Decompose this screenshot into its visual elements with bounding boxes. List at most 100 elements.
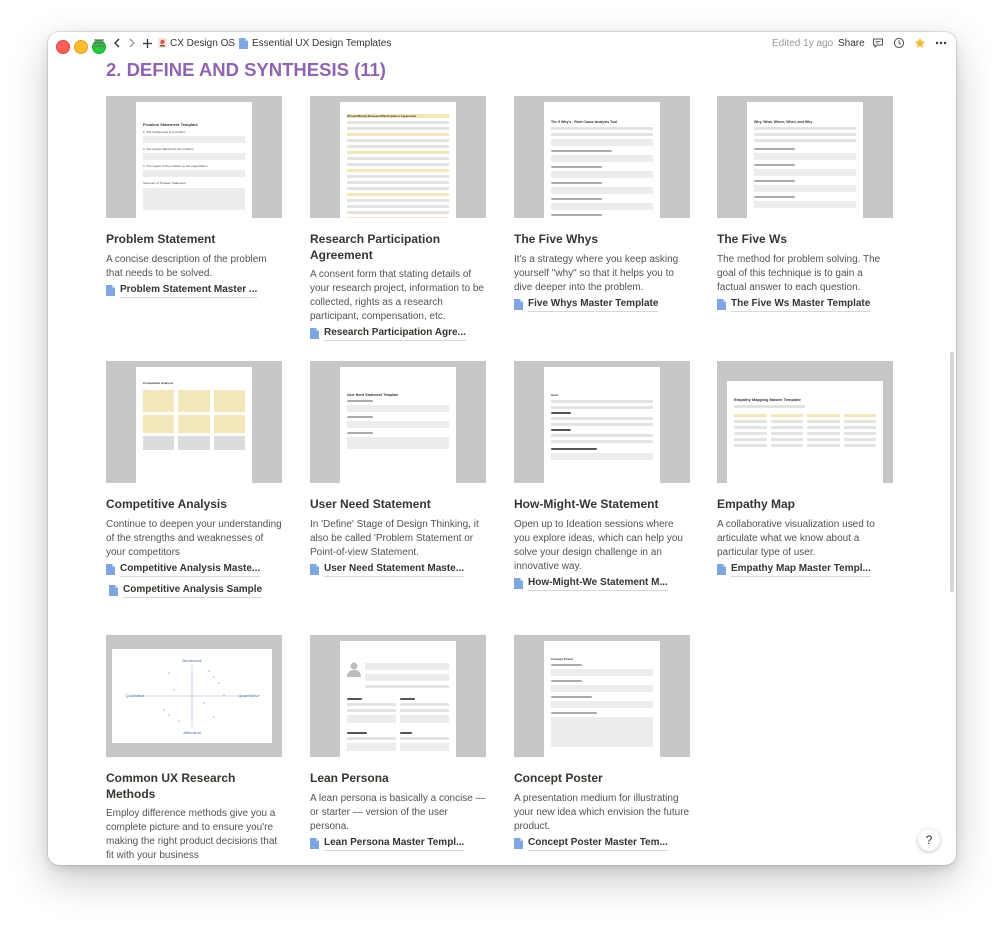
- help-button[interactable]: ?: [918, 829, 940, 851]
- edited-timestamp: Edited 1y ago: [772, 38, 834, 49]
- card-title: The Five Ws: [717, 232, 788, 246]
- methods-matrix-diagram: Behavioral Attitudinal Qualitative Quant…: [126, 658, 261, 735]
- card-link[interactable]: Problem Statement Master ...: [106, 283, 282, 298]
- axis-label-bottom: Attitudinal: [183, 730, 201, 735]
- card-title: User Need Statement: [310, 497, 431, 511]
- card-link-label[interactable]: Lean Persona Master Templ...: [324, 836, 465, 851]
- card-link[interactable]: User Need Statement Maste...: [310, 562, 486, 577]
- thumb-title: Empathy Mapping Master Template: [734, 397, 801, 402]
- thumb-title: Problem Statement Template: [143, 122, 198, 127]
- breadcrumb-separator: /: [228, 38, 231, 49]
- page-icon: [514, 298, 523, 310]
- more-icon[interactable]: [934, 36, 948, 52]
- gallery-card-five-whys[interactable]: The 5 Why's - Root Cause Analysis Tool T…: [514, 96, 690, 312]
- gallery-card-five-ws[interactable]: Why, What, Where, When, and Why The Five…: [717, 96, 893, 312]
- page-icon: [109, 584, 118, 596]
- thumb-text: 2. The people affected by the problem: [143, 147, 194, 151]
- card-description: A presentation medium for illustrating y…: [514, 792, 690, 832]
- thumb-title: Competitive Analysis: [143, 381, 174, 385]
- section-heading: 2. DEFINE AND SYNTHESIS (11): [106, 59, 386, 80]
- sidebar-toggle-icon[interactable]: [92, 36, 106, 52]
- close-window-button[interactable]: [56, 40, 70, 54]
- page-icon: [106, 563, 115, 575]
- page-icon: [514, 577, 523, 589]
- card-title: The Five Whys: [514, 232, 599, 246]
- thumb-title: Goal: [551, 393, 558, 397]
- card-link[interactable]: Research Participation Agre...: [310, 326, 486, 341]
- thumb-text: 3. The impact of the problem on the orga…: [143, 164, 208, 168]
- card-thumbnail: Empathy Mapping Master Template: [717, 361, 893, 483]
- breadcrumb-workspace[interactable]: CX Design OS: [170, 37, 235, 51]
- star-icon[interactable]: [913, 36, 927, 52]
- gallery-card-concept-poster[interactable]: Concept Poster Concept Poster A presenta…: [514, 635, 690, 851]
- forward-icon[interactable]: [125, 36, 139, 52]
- card-title: Lean Persona: [310, 771, 389, 785]
- card-link-label[interactable]: Research Participation Agre...: [324, 326, 466, 341]
- card-title: Research Participation Agreement: [310, 232, 441, 262]
- card-title: How-Might-We Statement: [514, 497, 659, 511]
- thumb-title: The 5 Why's - Root Cause Analysis Tool: [551, 120, 618, 124]
- page-icon: [310, 837, 319, 849]
- page-icon: [310, 563, 319, 575]
- card-link[interactable]: Concept Poster Master Tem...: [514, 836, 690, 851]
- card-link[interactable]: Five Whys Master Template: [514, 297, 690, 312]
- avatar-icon: [347, 662, 361, 677]
- card-description: It's a strategy where you keep asking yo…: [514, 253, 679, 293]
- share-button[interactable]: Share: [838, 37, 865, 51]
- card-link-label[interactable]: Competitive Analysis Maste...: [120, 562, 261, 577]
- card-title: Competitive Analysis: [106, 497, 227, 511]
- workspace-logo-icon: [156, 36, 168, 52]
- card-link-label[interactable]: Empathy Map Master Templ...: [731, 562, 871, 577]
- clock-icon[interactable]: [892, 36, 906, 52]
- card-link-label[interactable]: Five Whys Master Template: [528, 297, 659, 312]
- card-thumbnail: User Need Statement Template: [310, 361, 486, 483]
- card-link[interactable]: Lean Persona Master Templ...: [310, 836, 486, 851]
- card-link[interactable]: How-Might-We Statement M...: [514, 576, 690, 591]
- add-icon[interactable]: [140, 36, 154, 52]
- card-link[interactable]: The Five Ws Master Template: [717, 297, 893, 312]
- thumb-text: Summary of Problem Statement: [143, 181, 186, 185]
- thumb-title: [ProjectName] ResearchParticipation Agre…: [347, 114, 449, 118]
- back-icon[interactable]: [110, 36, 124, 52]
- gallery-card-how-might-we[interactable]: Goal How-Might-We Statement Open up to I…: [514, 361, 690, 591]
- card-description: A lean persona is basically a concise — …: [310, 792, 486, 832]
- card-link-label[interactable]: Problem Statement Master ...: [120, 283, 258, 298]
- breadcrumb-page[interactable]: Essential UX Design Templates: [252, 37, 391, 51]
- page-icon: [310, 328, 319, 339]
- page-icon: [717, 298, 726, 310]
- gallery-card-empathy-map[interactable]: Empathy Mapping Master Template Empathy …: [717, 361, 893, 577]
- thumb-title: Why, What, Where, When, and Why: [754, 120, 813, 124]
- thumb-title: Concept Poster: [551, 657, 574, 661]
- card-link[interactable]: Competitive Analysis Sample: [106, 583, 282, 598]
- card-description: A consent form that stating details of y…: [310, 269, 484, 322]
- gallery-card-research-participation[interactable]: [ProjectName] ResearchParticipation Agre…: [310, 96, 486, 341]
- card-link-label[interactable]: The Five Ws Master Template: [731, 297, 871, 312]
- card-thumbnail: Concept Poster: [514, 635, 690, 757]
- card-link[interactable]: Competitive Analysis Maste...: [106, 562, 282, 577]
- card-description: In 'Define' Stage of Design Thinking, it…: [310, 518, 479, 558]
- axis-label-left: Qualitative: [126, 693, 146, 698]
- gallery-card-problem-statement[interactable]: Problem Statement Template 1. The backgr…: [106, 96, 282, 298]
- card-link-label[interactable]: Competitive Analysis Sample: [123, 583, 263, 598]
- card-link-label[interactable]: Concept Poster Master Tem...: [528, 836, 668, 851]
- scrollbar-thumb[interactable]: [950, 352, 954, 592]
- card-thumbnail: Why, What, Where, When, and Why: [717, 96, 893, 218]
- minimize-window-button[interactable]: [74, 40, 88, 54]
- top-bar: CX Design OS / Essential UX Design Templ…: [48, 32, 956, 56]
- gallery-card-common-ux-research-methods[interactable]: Behavioral Attitudinal Qualitative Quant…: [106, 635, 282, 863]
- axis-label-right: Quantitative: [238, 693, 260, 698]
- comment-icon[interactable]: [871, 36, 885, 52]
- gallery-card-lean-persona[interactable]: Lean Persona A lean persona is basically…: [310, 635, 486, 851]
- card-description: Open up to Ideation sessions where you e…: [514, 518, 683, 572]
- card-thumbnail: [310, 635, 486, 757]
- card-link[interactable]: Empathy Map Master Templ...: [717, 562, 893, 577]
- card-thumbnail: [ProjectName] ResearchParticipation Agre…: [310, 96, 486, 218]
- page-icon: [717, 563, 726, 575]
- card-description: A concise description of the problem tha…: [106, 253, 267, 279]
- gallery-card-user-need-statement[interactable]: User Need Statement Template User Need S…: [310, 361, 486, 577]
- card-title: Common UX Research Methods: [106, 771, 236, 801]
- card-link-label[interactable]: How-Might-We Statement M...: [528, 576, 668, 591]
- card-description: The method for problem solving. The goal…: [717, 253, 881, 293]
- gallery-card-competitive-analysis[interactable]: Competitive Analysis Competitive Analysi…: [106, 361, 282, 598]
- card-link-label[interactable]: User Need Statement Maste...: [324, 562, 465, 577]
